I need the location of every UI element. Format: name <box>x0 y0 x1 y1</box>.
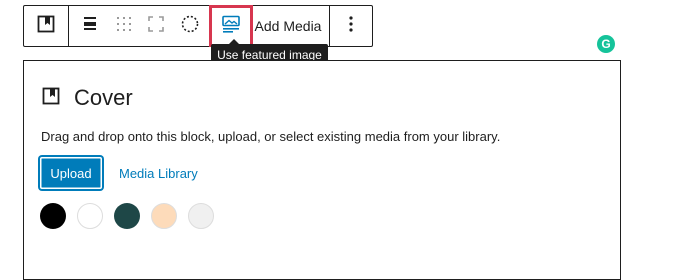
fullscreen-icon <box>148 15 164 37</box>
grid-position-icon <box>116 16 132 37</box>
grammarly-icon[interactable]: G <box>597 35 615 53</box>
content-position-button[interactable] <box>110 6 138 46</box>
add-media-button[interactable]: Add Media <box>252 6 324 46</box>
color-swatch-dark-green[interactable] <box>114 203 140 229</box>
dotted-circle-icon <box>181 15 199 38</box>
cover-block-icon <box>42 87 60 110</box>
align-icon <box>82 16 98 37</box>
color-swatch-light-gray[interactable] <box>188 203 214 229</box>
toolbar-divider <box>68 6 69 46</box>
featured-image-icon <box>221 15 241 38</box>
color-swatch-white[interactable] <box>77 203 103 229</box>
block-type-button[interactable] <box>24 6 68 46</box>
cover-title-row: Cover <box>42 85 133 111</box>
cover-instructions: Drag and drop onto this block, upload, o… <box>41 129 501 144</box>
cover-block-icon <box>37 15 55 38</box>
full-height-button[interactable] <box>142 6 170 46</box>
duotone-button[interactable] <box>176 6 204 46</box>
cover-block-placeholder: Cover Drag and drop onto this block, upl… <box>23 60 621 280</box>
color-swatch-black[interactable] <box>40 203 66 229</box>
align-button[interactable] <box>76 6 104 46</box>
add-media-label: Add Media <box>254 18 322 34</box>
overlay-color-swatches <box>40 203 214 229</box>
vertical-ellipsis-icon <box>349 15 353 37</box>
cover-title: Cover <box>74 85 133 110</box>
more-options-button[interactable] <box>330 6 372 46</box>
upload-button[interactable]: Upload <box>40 157 102 189</box>
block-toolbar: Add Media <box>23 5 373 47</box>
color-swatch-peach[interactable] <box>151 203 177 229</box>
media-library-button[interactable]: Media Library <box>119 166 198 181</box>
